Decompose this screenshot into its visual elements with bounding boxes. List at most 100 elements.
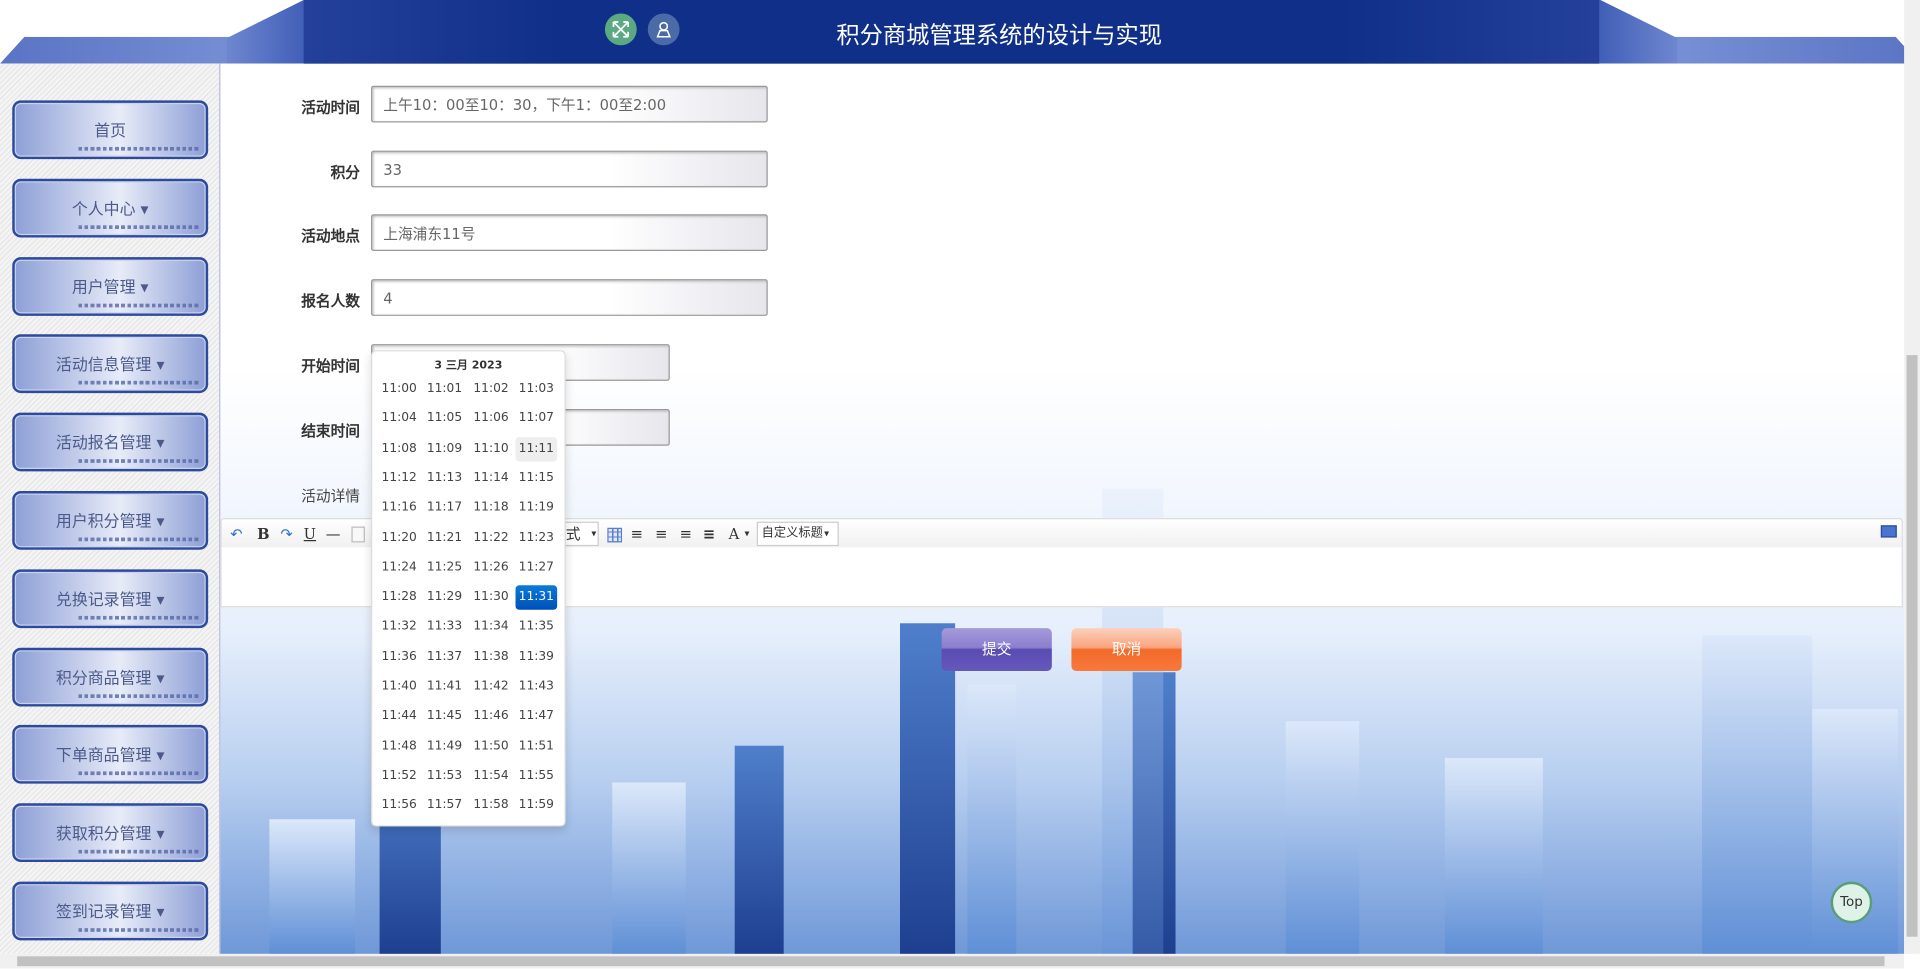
time-option[interactable]: 11:36 [378, 645, 420, 669]
undo-icon[interactable]: ↶ [230, 524, 242, 544]
time-option[interactable]: 11:05 [424, 407, 466, 431]
time-option[interactable]: 11:34 [470, 615, 512, 639]
time-option[interactable]: 11:37 [424, 645, 466, 669]
font-color-button[interactable]: A [729, 524, 740, 544]
time-option[interactable]: 11:19 [516, 496, 558, 520]
sidebar-item-exchange-records[interactable]: 兑换记录管理 ▾ [12, 569, 209, 629]
cancel-button[interactable]: 取消 [1071, 628, 1182, 672]
vertical-scrollbar-thumb[interactable] [1906, 355, 1918, 937]
time-option[interactable]: 11:16 [378, 496, 420, 520]
align-right-icon[interactable]: ≡ [655, 524, 667, 544]
location-label: 活动地点 [301, 227, 361, 245]
sidebar-item-home[interactable]: 首页 [12, 100, 209, 160]
time-option[interactable]: 11:50 [470, 734, 512, 758]
sidebar-item-order-products[interactable]: 下单商品管理 ▾ [12, 724, 209, 784]
time-option[interactable]: 11:42 [470, 675, 512, 699]
redo-icon[interactable]: ↷ [280, 524, 292, 544]
time-option[interactable]: 11:15 [516, 466, 558, 490]
time-option[interactable]: 11:25 [424, 556, 466, 580]
time-option[interactable]: 11:39 [516, 645, 558, 669]
time-option[interactable]: 11:03 [516, 377, 558, 401]
align-center-icon[interactable]: ≡ [680, 524, 692, 544]
time-option[interactable]: 11:17 [424, 496, 466, 520]
time-option[interactable]: 11:20 [378, 526, 420, 550]
time-option[interactable]: 11:31 [515, 585, 558, 610]
time-option[interactable]: 11:13 [424, 466, 466, 490]
time-option[interactable]: 11:54 [470, 764, 512, 788]
time-option[interactable]: 11:00 [378, 377, 420, 401]
location-input[interactable]: 上海浦东11号 [371, 214, 768, 252]
sidebar-item-personal-center[interactable]: 个人中心 ▾ [12, 178, 209, 238]
time-option[interactable]: 11:21 [424, 526, 466, 550]
time-option[interactable]: 11:53 [424, 764, 466, 788]
fullscreen-icon[interactable] [604, 13, 637, 46]
time-option[interactable]: 11:52 [378, 764, 420, 788]
sidebar-item-earn-points[interactable]: 获取积分管理 ▾ [12, 803, 209, 863]
table-icon[interactable] [607, 527, 623, 543]
chevron-down-icon[interactable]: ▾ [744, 524, 749, 544]
time-option[interactable]: 11:04 [378, 407, 420, 431]
time-option[interactable]: 11:02 [470, 377, 512, 401]
user-icon[interactable] [647, 13, 680, 46]
time-option[interactable]: 11:49 [424, 734, 466, 758]
time-option[interactable]: 11:09 [424, 437, 466, 461]
time-option[interactable]: 11:57 [424, 794, 466, 818]
time-option[interactable]: 11:28 [378, 585, 420, 609]
time-option[interactable]: 11:14 [470, 466, 512, 490]
sidebar-item-label: 用户积分管理 ▾ [55, 513, 165, 532]
back-to-top-button[interactable]: Top [1830, 881, 1873, 924]
signup-count-input[interactable]: 4 [371, 279, 768, 316]
horizontal-rule-icon[interactable]: — [326, 524, 341, 544]
time-option[interactable]: 11:55 [516, 764, 558, 788]
time-option[interactable]: 11:48 [378, 734, 420, 758]
time-option[interactable]: 11:11 [515, 436, 558, 462]
underline-button[interactable]: U [304, 524, 316, 544]
time-option[interactable]: 11:10 [470, 437, 512, 461]
time-option[interactable]: 11:06 [470, 407, 512, 431]
chevron-down-icon[interactable]: ▾ [591, 524, 596, 544]
time-option[interactable]: 11:18 [470, 496, 512, 520]
time-option[interactable]: 11:41 [424, 675, 466, 699]
bold-button[interactable]: B [257, 524, 269, 544]
align-left-icon[interactable]: ≡ [631, 524, 643, 544]
time-option[interactable]: 11:47 [516, 704, 558, 728]
time-option[interactable]: 11:29 [424, 585, 466, 609]
sidebar-item-user-points[interactable]: 用户积分管理 ▾ [12, 491, 209, 550]
time-option[interactable]: 11:07 [516, 407, 558, 431]
time-option[interactable]: 11:26 [470, 556, 512, 580]
sidebar-item-activity-signup[interactable]: 活动报名管理 ▾ [12, 412, 209, 472]
sidebar-item-user-management[interactable]: 用户管理 ▾ [12, 257, 209, 316]
time-option[interactable]: 11:58 [470, 794, 512, 818]
sidebar-item-checkin-records[interactable]: 签到记录管理 ▾ [12, 881, 209, 941]
time-option[interactable]: 11:35 [516, 615, 558, 639]
time-option[interactable]: 11:12 [378, 466, 420, 490]
activity-time-input[interactable]: 上午10：00至10：30，下午1：00至2:00 [371, 85, 768, 123]
time-option[interactable]: 11:30 [470, 585, 512, 609]
time-option[interactable]: 11:45 [424, 704, 466, 728]
time-option[interactable]: 11:33 [424, 615, 466, 639]
time-option[interactable]: 11:46 [470, 704, 512, 728]
fullscreen-preview-icon[interactable] [1880, 525, 1897, 538]
points-input[interactable]: 33 [371, 150, 768, 188]
time-option[interactable]: 11:01 [424, 377, 466, 401]
time-option[interactable]: 11:24 [378, 556, 420, 580]
align-justify-icon[interactable]: ≡ [703, 524, 715, 544]
horizontal-scrollbar-thumb[interactable] [17, 956, 1885, 967]
time-option[interactable]: 11:22 [470, 526, 512, 550]
time-option[interactable]: 11:51 [516, 734, 558, 758]
time-option[interactable]: 11:38 [470, 645, 512, 669]
sidebar-item-points-products[interactable]: 积分商品管理 ▾ [12, 647, 209, 707]
time-option[interactable]: 11:44 [378, 704, 420, 728]
time-option[interactable]: 11:56 [378, 794, 420, 818]
time-option[interactable]: 11:27 [516, 556, 558, 580]
document-icon[interactable] [351, 526, 365, 543]
time-option[interactable]: 11:40 [378, 675, 420, 699]
submit-button[interactable]: 提交 [941, 628, 1052, 672]
time-option[interactable]: 11:23 [516, 526, 558, 550]
chevron-down-icon[interactable]: ▾ [824, 524, 829, 544]
time-option[interactable]: 11:59 [516, 794, 558, 818]
time-option[interactable]: 11:43 [516, 675, 558, 699]
time-option[interactable]: 11:08 [378, 437, 420, 461]
sidebar-item-activity-info[interactable]: 活动信息管理 ▾ [12, 334, 209, 394]
time-option[interactable]: 11:32 [378, 615, 420, 639]
